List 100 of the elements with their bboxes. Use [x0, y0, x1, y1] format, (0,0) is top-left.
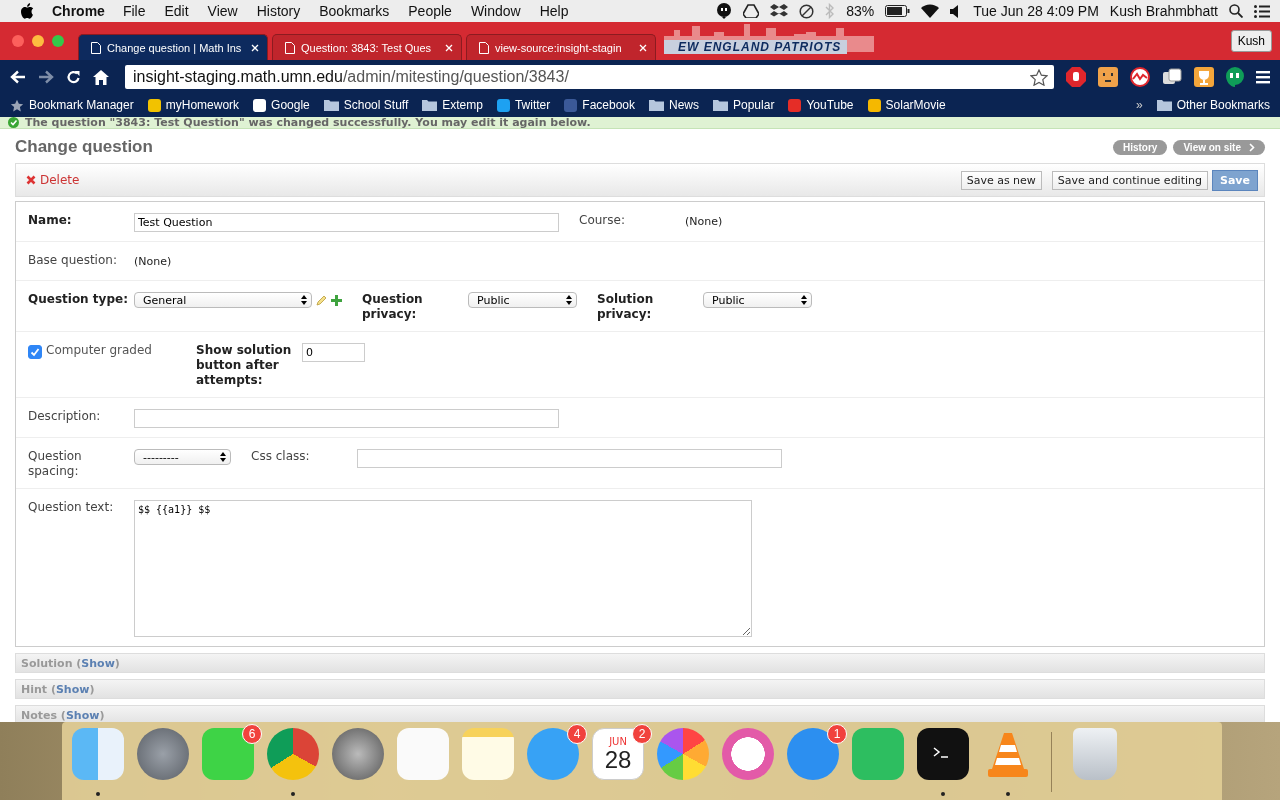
bookmark[interactable]: News: [649, 98, 699, 112]
home-icon[interactable]: [93, 69, 109, 85]
field-label: Css class:: [251, 449, 311, 464]
user-name[interactable]: Kush Brahmbhatt: [1109, 3, 1218, 19]
bookmark[interactable]: myHomework: [147, 98, 240, 112]
browser-tab[interactable]: view-source:insight-stagin: [466, 34, 656, 60]
notification-badge: 4: [567, 724, 587, 744]
submit-button[interactable]: Save as new: [960, 170, 1042, 190]
menu-item[interactable]: File: [122, 3, 146, 19]
reload-icon[interactable]: [66, 69, 81, 85]
field-label: Base question:: [28, 253, 118, 268]
address-bar[interactable]: insight-staging.math.umn.edu/admin/mitesting/question/3843/: [125, 65, 1054, 89]
text-field[interactable]: [134, 409, 559, 428]
folder-icon: [323, 99, 339, 111]
bookmark[interactable]: School Stuff: [323, 98, 409, 112]
select-dropdown[interactable]: Public: [703, 292, 812, 308]
check-circle-icon: [8, 117, 19, 128]
updown-arrows-icon: [566, 295, 572, 305]
back-arrow-icon[interactable]: [10, 70, 26, 84]
menu-item[interactable]: Window: [470, 3, 521, 19]
collapsed-section-header: Solution (Show): [15, 653, 1265, 673]
browser-tab[interactable]: Question: 3843: Test Ques: [272, 34, 462, 60]
page-icon: [91, 41, 101, 54]
menu-item[interactable]: Help: [539, 3, 569, 19]
close-icon[interactable]: [251, 43, 259, 52]
menu-item[interactable]: Bookmarks: [319, 3, 390, 19]
menu-item[interactable]: People: [408, 3, 452, 19]
updown-arrows-icon: [220, 452, 226, 462]
field-label: Show solution button after attempts:: [196, 343, 293, 388]
collapsed-section-header: Hint (Show): [15, 679, 1265, 699]
page-title: Change question: [15, 137, 153, 157]
field-label: Name:: [28, 213, 73, 228]
text-field[interactable]: Test Question: [134, 213, 559, 232]
battery-icon[interactable]: [885, 5, 911, 17]
circle-slash-icon[interactable]: [799, 3, 815, 19]
page-icon: [479, 41, 489, 54]
field-label: Description:: [28, 409, 102, 424]
plus-icon[interactable]: [331, 295, 342, 306]
checkbox[interactable]: [28, 345, 42, 359]
bookmark[interactable]: Google: [253, 98, 310, 112]
bookmark[interactable]: Popular: [713, 98, 775, 112]
close-icon[interactable]: [445, 43, 453, 52]
quote-bubble-icon[interactable]: [1226, 67, 1244, 87]
bookmark[interactable]: Facebook: [564, 98, 635, 112]
folder-icon: [649, 99, 664, 111]
updown-arrows-icon: [301, 295, 307, 305]
chevron-right-icon: [1249, 142, 1255, 152]
select-dropdown[interactable]: ---------: [134, 449, 231, 465]
field-label: Course:: [579, 213, 626, 228]
round-browser-icon[interactable]: [267, 728, 319, 780]
field-label: Question spacing:: [28, 449, 83, 479]
list-menu-icon[interactable]: [1254, 4, 1270, 18]
star-icon[interactable]: [1030, 68, 1048, 86]
menu-item[interactable]: View: [207, 3, 238, 19]
terminal-icon[interactable]: [917, 728, 969, 780]
more-bookmarks-chevron[interactable]: »: [1135, 98, 1143, 112]
folder-icon: [422, 99, 438, 111]
profile-button[interactable]: Kush: [1230, 30, 1272, 52]
message-text: The question "3843: Test Question" was changed successfully. You may edit it again below.: [25, 117, 591, 128]
delete-link[interactable]: Delete: [26, 173, 80, 187]
trophy-icon[interactable]: [1194, 67, 1214, 87]
text-field[interactable]: [357, 449, 782, 468]
notification-badge: 2: [632, 724, 652, 744]
bookmark[interactable]: Twitter: [496, 98, 551, 112]
bookmark[interactable]: Extemp: [422, 98, 483, 112]
field-label: Question text:: [28, 500, 115, 515]
menu-icon[interactable]: [1256, 70, 1270, 84]
browser-tab[interactable]: Change question | Math Ins: [78, 34, 268, 60]
bookmark[interactable]: Bookmark Manager: [10, 98, 134, 112]
menu-item[interactable]: Edit: [164, 3, 189, 19]
field-label: Question privacy:: [362, 292, 424, 322]
text-field[interactable]: 0: [302, 343, 365, 362]
bookmark-folder[interactable]: Other Bookmarks: [1156, 98, 1270, 112]
overlapping-squares-icon[interactable]: [1162, 67, 1182, 87]
select-dropdown[interactable]: Public: [468, 292, 577, 308]
bookmark[interactable]: SolarMovie: [867, 98, 946, 112]
app-menu[interactable]: Chrome: [52, 3, 105, 19]
wifi-icon[interactable]: [921, 4, 940, 18]
submit-button[interactable]: Save and continue editing: [1051, 170, 1208, 190]
chat-bubble-icon[interactable]: [716, 3, 733, 19]
notification-badge: 1: [827, 724, 847, 744]
apple-icon[interactable]: [20, 3, 34, 19]
battery-percentage: 83%: [846, 3, 875, 19]
text-area[interactable]: $$ {{a1}} $$: [134, 500, 752, 637]
checkbox-label[interactable]: Computer graded: [46, 343, 152, 358]
field-value: (None): [685, 214, 723, 229]
wave-circle-icon[interactable]: [1130, 67, 1150, 87]
field-label: Question type:: [28, 292, 129, 307]
minimize-window-button[interactable]: [32, 35, 44, 47]
clock[interactable]: Tue Jun 28 4:09 PM: [973, 3, 1099, 19]
flower-icon[interactable]: [657, 728, 709, 780]
square-face-icon[interactable]: [1098, 67, 1118, 87]
menu-item[interactable]: History: [256, 3, 301, 19]
close-icon[interactable]: [639, 43, 647, 52]
bookmark[interactable]: YouTube: [788, 98, 854, 112]
select-dropdown[interactable]: General: [134, 292, 312, 308]
forward-arrow-icon[interactable]: [38, 70, 54, 84]
notification-badge: 6: [242, 724, 262, 744]
stop-hand-icon[interactable]: [1066, 67, 1086, 87]
search-icon[interactable]: [1229, 4, 1243, 18]
